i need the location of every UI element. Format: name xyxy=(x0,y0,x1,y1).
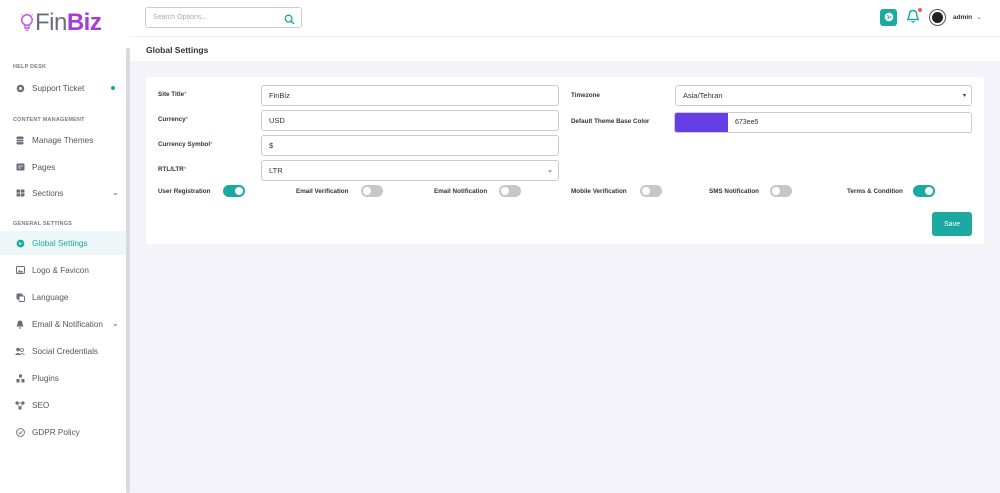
sidebar-item-email-notification[interactable]: Email & Notification ⌄ xyxy=(0,312,126,336)
rtl-ltr-label: RTL/LTR* xyxy=(158,166,187,173)
topbar: admin ⌄ xyxy=(130,0,1000,36)
sidebar-item-gdpr-policy[interactable]: GDPR Policy xyxy=(0,420,126,444)
language-icon xyxy=(15,292,25,302)
sidebar-item-manage-themes[interactable]: Manage Themes xyxy=(0,128,126,152)
global-settings-card: Site Title* FinBiz Currency* USD Currenc… xyxy=(146,77,984,244)
user-registration-toggle[interactable] xyxy=(223,185,245,197)
toggle-label-email-verification: Email Verification xyxy=(296,188,349,195)
caret-down-icon: ▾ xyxy=(962,93,966,99)
email-verification-toggle[interactable] xyxy=(361,185,383,197)
currency-symbol-field[interactable]: $ xyxy=(261,135,559,156)
network-icon xyxy=(15,400,25,410)
page-icon xyxy=(15,162,25,172)
brand-name-part1: Fin xyxy=(35,9,67,36)
page-title: Global Settings xyxy=(146,45,209,55)
sidebar-item-seo[interactable]: SEO xyxy=(0,393,126,417)
currency-symbol-label: Currency Symbol* xyxy=(158,141,213,148)
color-swatch[interactable] xyxy=(675,113,728,132)
sidebar-item-label: Social Credentials xyxy=(32,346,98,356)
search-icon[interactable] xyxy=(284,12,295,25)
sidebar-item-label: GDPR Policy xyxy=(32,427,80,437)
sidebar-item-label: Pages xyxy=(32,162,56,172)
save-button[interactable]: Save xyxy=(932,212,972,236)
page-header: Global Settings xyxy=(130,36,1000,61)
image-icon xyxy=(15,265,25,275)
timezone-label: Timezone xyxy=(571,92,600,99)
sidebar-item-sections[interactable]: Sections ⌄ xyxy=(0,181,126,205)
sidebar-item-label: SEO xyxy=(32,400,50,410)
sidebar-scrollbar[interactable] xyxy=(126,48,130,493)
database-icon xyxy=(15,135,25,145)
toggle-label-user-registration: User Registration xyxy=(158,188,211,195)
currency-label: Currency* xyxy=(158,116,189,123)
chevron-down-icon[interactable]: ⌄ xyxy=(976,13,982,21)
chevron-down-icon: ⌄ xyxy=(112,319,119,328)
sidebar-item-label: Support Ticket xyxy=(32,83,85,93)
avatar[interactable] xyxy=(930,10,945,25)
theme-color-label: Default Theme Base Color xyxy=(571,118,650,125)
sidebar-item-logo-favicon[interactable]: Logo & Favicon xyxy=(0,258,126,282)
users-icon xyxy=(15,346,25,356)
notification-badge xyxy=(918,8,922,12)
site-title-label: Site Title* xyxy=(158,91,187,98)
sidebar-item-label: Language xyxy=(32,292,69,302)
sidebar-item-label: Global Settings xyxy=(32,238,88,248)
timezone-select[interactable]: Asia/Tehran ▾ xyxy=(675,85,972,106)
terms-condition-toggle[interactable] xyxy=(913,185,935,197)
check-circle-icon xyxy=(15,427,25,437)
sidebar-item-label: Plugins xyxy=(32,373,59,383)
theme-color-field[interactable]: 673ee5 xyxy=(674,112,972,133)
lightbulb-icon xyxy=(20,12,34,34)
section-title-general-settings: GENERAL SETTINGS xyxy=(13,221,73,227)
grid-icon xyxy=(15,188,25,198)
globe-icon xyxy=(15,238,25,248)
site-title-field[interactable]: FinBiz xyxy=(261,85,559,106)
sidebar: FinBiz HELP DESK Support Ticket CONTENT … xyxy=(0,0,130,493)
sidebar-item-plugins[interactable]: Plugins xyxy=(0,366,126,390)
sidebar-item-label: Logo & Favicon xyxy=(32,265,89,275)
sms-notification-toggle[interactable] xyxy=(770,185,792,197)
sidebar-item-label: Sections xyxy=(32,188,64,198)
chevron-down-icon: ⌄ xyxy=(547,167,553,174)
toggle-label-terms-condition: Terms & Condition xyxy=(847,188,903,195)
sidebar-item-support-ticket[interactable]: Support Ticket xyxy=(0,76,126,100)
sidebar-item-global-settings[interactable]: Global Settings xyxy=(0,231,126,255)
brand-name-part2: Biz xyxy=(66,9,102,36)
bell-icon xyxy=(15,319,25,329)
search-input[interactable] xyxy=(153,14,278,21)
language-switch-button[interactable] xyxy=(880,9,897,26)
mobile-verification-toggle[interactable] xyxy=(640,185,662,197)
plugins-icon xyxy=(15,373,25,383)
section-title-content-management: CONTENT MANAGEMENT xyxy=(13,117,85,123)
chevron-down-icon: ⌄ xyxy=(112,188,119,197)
sidebar-item-pages[interactable]: Pages xyxy=(0,155,126,179)
brand-logo[interactable]: FinBiz xyxy=(20,9,102,37)
settings-icon xyxy=(15,83,25,93)
status-dot xyxy=(111,86,115,90)
sidebar-item-label: Email & Notification xyxy=(32,319,103,329)
search-box xyxy=(145,7,302,28)
rtl-ltr-select[interactable]: LTR ⌄ xyxy=(261,160,559,181)
toggle-label-email-notification: Email Notification xyxy=(434,188,488,195)
sidebar-item-social-credentials[interactable]: Social Credentials xyxy=(0,339,126,363)
toggle-label-sms-notification: SMS Notification xyxy=(709,188,760,195)
sidebar-item-label: Manage Themes xyxy=(32,135,94,145)
user-name[interactable]: admin xyxy=(953,14,972,21)
toggle-label-mobile-verification: Mobile Verification xyxy=(571,188,627,195)
section-title-help-desk: HELP DESK xyxy=(13,64,47,70)
globe-icon xyxy=(884,9,894,27)
currency-field[interactable]: USD xyxy=(261,110,559,131)
email-notification-toggle[interactable] xyxy=(499,185,521,197)
sidebar-item-language[interactable]: Language xyxy=(0,285,126,309)
